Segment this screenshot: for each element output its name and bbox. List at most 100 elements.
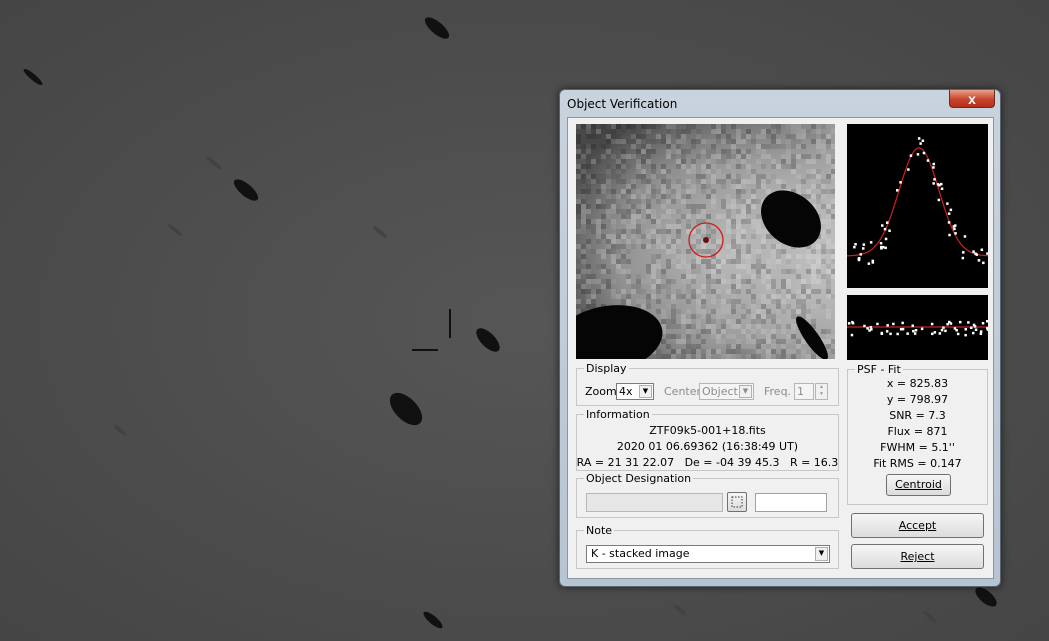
psf-data-point [937, 198, 941, 202]
psf-data-points [853, 137, 988, 265]
psf-data-point [907, 168, 910, 171]
residual-data-point [981, 322, 985, 325]
residual-data-point [866, 327, 869, 330]
psf-data-point [982, 261, 985, 265]
image-filename: ZTF09k5-001+18.fits [649, 424, 766, 437]
spin-down-icon[interactable]: ▼ [816, 391, 827, 398]
close-icon: x [968, 90, 976, 107]
residual-data-point [964, 333, 967, 337]
psf-data-point [909, 154, 913, 157]
window-title: Object Verification [567, 97, 678, 111]
zoom-select-value: 4x [619, 385, 633, 398]
psf-data-point [862, 247, 865, 250]
residual-data-point [930, 322, 934, 326]
psf-data-point [884, 237, 888, 241]
reject-button[interactable]: Reject [851, 544, 984, 569]
residual-data-point [959, 320, 962, 324]
accept-button[interactable]: Accept [851, 513, 984, 538]
residual-data-point [953, 327, 957, 330]
freq-input[interactable]: 1 [794, 383, 814, 400]
residual-data-point [942, 326, 945, 329]
designation-extra-field[interactable] [755, 493, 827, 512]
psf-data-point [932, 166, 935, 169]
psf-data-point [899, 181, 902, 184]
psf-fwhm-value: FWHM = 5.1'' [880, 441, 955, 454]
psf-data-point [980, 248, 984, 251]
centroid-button[interactable]: Centroid [886, 474, 951, 496]
residual-data-point [876, 322, 879, 326]
display-legend: Display [586, 362, 627, 375]
psf-data-point [952, 225, 956, 228]
note-select-value: K - stacked image [591, 547, 690, 560]
residual-data-point [979, 332, 983, 335]
residual-data-point [938, 332, 942, 335]
residual-data-point [948, 320, 951, 324]
psf-data-point [869, 241, 873, 244]
residual-data-point [974, 328, 978, 331]
psf-data-point [859, 253, 862, 256]
freq-spinner[interactable]: ▲ ▼ [815, 383, 828, 400]
dialog-client-area: Display Zoom 4x ▼ Center Object ▼ Freq. … [567, 117, 994, 579]
object-coordinates: RA = 21 31 22.07 De = -04 39 45.3 R = 16… [576, 456, 839, 469]
psf-fit-curve [847, 147, 988, 257]
psf-profile-plot [847, 124, 988, 288]
residual-data-point [869, 325, 873, 329]
residual-data-point [896, 332, 899, 336]
residual-data-point [886, 324, 889, 327]
psf-data-point [881, 224, 884, 227]
psf-x-value: x = 825.83 [886, 377, 949, 390]
psf-data-point [932, 182, 935, 185]
psf-data-point [884, 246, 887, 250]
residual-data-point [912, 329, 915, 333]
center-select-value: Object [702, 385, 738, 398]
residual-data-point [986, 320, 988, 323]
psf-fit-legend: PSF - Fit [857, 363, 901, 376]
psf-data-point [940, 187, 944, 190]
psf-data-point [917, 137, 921, 140]
designation-picker-button[interactable] [727, 492, 747, 512]
psf-data-point [946, 202, 949, 205]
residual-data-point [956, 332, 960, 336]
psf-data-point [954, 232, 957, 235]
psf-data-point [871, 261, 875, 264]
residual-data-point [972, 331, 975, 335]
residual-data-point [986, 328, 988, 331]
psf-data-point [933, 178, 936, 181]
psf-flux-value: Flux = 871 [887, 425, 948, 438]
psf-data-point [932, 162, 935, 166]
residual-data-point [913, 332, 917, 335]
chevron-down-icon: ▼ [639, 385, 652, 398]
accept-button-label: Accept [898, 519, 937, 532]
psf-data-point [949, 208, 953, 212]
residual-data-point [970, 326, 973, 329]
freq-input-value: 1 [797, 385, 804, 398]
residual-data-point [979, 330, 983, 333]
psf-data-point [916, 153, 920, 156]
close-button[interactable]: x [949, 90, 995, 108]
chevron-down-icon: ▼ [739, 385, 752, 398]
residual-data-point [863, 324, 866, 328]
center-select[interactable]: Object ▼ [699, 383, 754, 400]
residual-data-point [847, 322, 851, 325]
spin-up-icon[interactable]: ▲ [816, 384, 827, 391]
title-bar[interactable]: Object Verification x [560, 90, 1000, 116]
psf-residual-plot [847, 295, 988, 360]
residual-data-point [885, 330, 889, 333]
centroid-button-label: Centroid [895, 478, 942, 491]
psf-data-point [975, 253, 978, 256]
residual-data-point [944, 329, 947, 333]
freq-label: Freq. [764, 385, 792, 398]
object-image-view[interactable] [576, 124, 835, 359]
zoom-select[interactable]: 4x ▼ [616, 383, 654, 400]
note-select[interactable]: K - stacked image ▼ [586, 545, 830, 563]
residual-data-point [964, 328, 967, 331]
residual-data-point [920, 327, 924, 331]
observation-datetime: 2020 01 06.69362 (16:38:49 UT) [616, 440, 799, 453]
psf-data-point [853, 245, 856, 249]
psf-data-point [857, 258, 861, 262]
psf-data-point [896, 189, 899, 192]
residual-data-point [906, 332, 909, 335]
designation-field[interactable] [586, 493, 723, 512]
residual-data-point [946, 323, 949, 326]
psf-data-point [922, 151, 926, 155]
